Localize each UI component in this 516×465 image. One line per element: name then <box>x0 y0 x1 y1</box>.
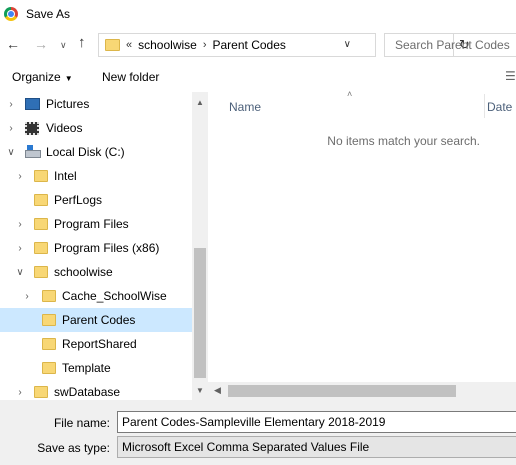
folder-icon <box>34 386 48 398</box>
tree-item-swdatabase[interactable]: › swDatabase <box>0 380 192 400</box>
scroll-down-arrow-icon[interactable]: ▼ <box>196 386 204 395</box>
file-name-label: File name: <box>53 416 110 430</box>
chrome-icon <box>4 7 18 21</box>
tree-item-program-files-x86[interactable]: › Program Files (x86) <box>0 236 192 260</box>
collapse-chevron-icon[interactable]: ∨ <box>6 147 16 158</box>
column-divider[interactable] <box>484 94 485 118</box>
column-header-date[interactable]: Date m <box>487 100 516 114</box>
new-folder-button[interactable]: New folder <box>102 70 159 84</box>
search-placeholder: Search Parent Codes <box>395 38 510 52</box>
organize-label: Organize <box>12 70 61 84</box>
title-bar: Save As <box>0 0 516 28</box>
folder-icon <box>34 266 48 278</box>
tree-item-label: Local Disk (C:) <box>46 145 125 159</box>
folder-icon <box>34 170 48 182</box>
tree-item-perflogs[interactable]: PerfLogs <box>0 188 192 212</box>
tree-item-label: Program Files (x86) <box>54 241 160 255</box>
column-header-name[interactable]: Name <box>229 100 261 114</box>
scroll-up-arrow-icon[interactable]: ▲ <box>196 98 204 107</box>
expand-chevron-icon[interactable]: › <box>6 99 16 110</box>
breadcrumb-overflow[interactable]: « <box>126 39 132 51</box>
navigation-scrollbar[interactable]: ▲ ▼ <box>192 92 208 400</box>
back-arrow-icon[interactable]: ← <box>6 37 20 51</box>
view-options-icon[interactable]: ☰ <box>505 69 516 83</box>
expand-chevron-icon[interactable]: › <box>6 123 16 134</box>
tree-item-label: Pictures <box>46 97 90 111</box>
tree-item-label: Template <box>62 361 111 375</box>
tree-item-label: Program Files <box>54 217 129 231</box>
tree-item-schoolwise[interactable]: ∨ schoolwise <box>0 260 192 284</box>
organize-menu-button[interactable]: Organize ▼ <box>12 70 73 84</box>
sort-ascending-icon: ˄ <box>347 89 353 99</box>
horizontal-scrollbar[interactable]: ◀ <box>208 382 516 400</box>
scrollbar-thumb[interactable] <box>228 385 456 397</box>
empty-results-message: No items match your search. <box>327 134 480 148</box>
address-bar[interactable]: « schoolwise › Parent Codes ∨ ↻ <box>98 33 470 57</box>
up-arrow-icon[interactable]: ↑ <box>78 35 86 50</box>
tree-item-label: ReportShared <box>62 337 137 351</box>
folder-icon <box>42 290 56 302</box>
window-title: Save As <box>26 7 71 21</box>
expand-chevron-icon[interactable]: › <box>15 243 25 254</box>
tree-item-label: PerfLogs <box>54 193 103 207</box>
folder-icon <box>42 362 56 374</box>
breadcrumb-schoolwise[interactable]: schoolwise <box>138 38 197 52</box>
tree-item-local-disk[interactable]: ∨ Local Disk (C:) <box>0 140 192 164</box>
drive-icon <box>25 145 41 158</box>
tree-item-pictures[interactable]: › Pictures <box>0 92 192 116</box>
dropdown-caret-icon: ▼ <box>64 74 73 83</box>
tree-item-videos[interactable]: › Videos <box>0 116 192 140</box>
tree-item-label: Intel <box>54 169 77 183</box>
tree-item-template[interactable]: Template <box>0 356 192 380</box>
address-dropdown-chevron-icon[interactable]: ∨ <box>344 39 351 50</box>
search-input[interactable]: Search Parent Codes <box>384 33 516 57</box>
folder-icon <box>34 242 48 254</box>
save-as-type-label: Save as type: <box>37 441 110 455</box>
tree-item-label: Cache_SchoolWise <box>62 289 167 303</box>
folder-icon <box>105 39 120 51</box>
expand-chevron-icon[interactable]: › <box>15 387 25 398</box>
folder-icon <box>42 338 56 350</box>
breadcrumb-separator[interactable]: › <box>203 39 207 51</box>
scrollbar-thumb[interactable] <box>194 248 206 378</box>
pictures-icon <box>25 98 40 110</box>
save-options-pane: File name: Parent Codes-Sampleville Elem… <box>0 400 516 465</box>
breadcrumb-parent-codes[interactable]: Parent Codes <box>213 38 286 52</box>
collapse-chevron-icon[interactable]: ∨ <box>15 267 25 278</box>
folder-icon <box>42 314 56 326</box>
scroll-left-arrow-icon[interactable]: ◀ <box>214 385 221 396</box>
tree-item-label: Videos <box>46 121 83 135</box>
folder-icon <box>34 194 48 206</box>
tree-item-reportshared[interactable]: ReportShared <box>0 332 192 356</box>
videos-icon <box>25 121 39 135</box>
save-as-type-select[interactable]: Microsoft Excel Comma Separated Values F… <box>117 436 516 458</box>
recent-locations-chevron-icon[interactable]: ∨ <box>60 38 67 52</box>
expand-chevron-icon[interactable]: › <box>15 219 25 230</box>
expand-chevron-icon[interactable]: › <box>15 171 25 182</box>
expand-chevron-icon[interactable]: › <box>22 291 32 302</box>
file-name-input[interactable]: Parent Codes-Sampleville Elementary 2018… <box>117 411 516 433</box>
tree-item-intel[interactable]: › Intel <box>0 164 192 188</box>
folder-icon <box>34 218 48 230</box>
tree-item-program-files[interactable]: › Program Files <box>0 212 192 236</box>
navigation-pane[interactable]: › Pictures › Videos ∨ Local Disk (C:) › … <box>0 92 208 400</box>
file-list-pane[interactable]: ˄ Name Date m No items match your search… <box>208 89 516 400</box>
tree-item-label: swDatabase <box>54 385 121 399</box>
tree-item-label: Parent Codes <box>62 313 136 327</box>
forward-arrow-icon[interactable]: → <box>34 37 48 51</box>
tree-item-label: schoolwise <box>54 265 113 279</box>
tree-item-cache-schoolwise[interactable]: › Cache_SchoolWise <box>0 284 192 308</box>
tree-item-parent-codes[interactable]: Parent Codes <box>0 308 192 332</box>
